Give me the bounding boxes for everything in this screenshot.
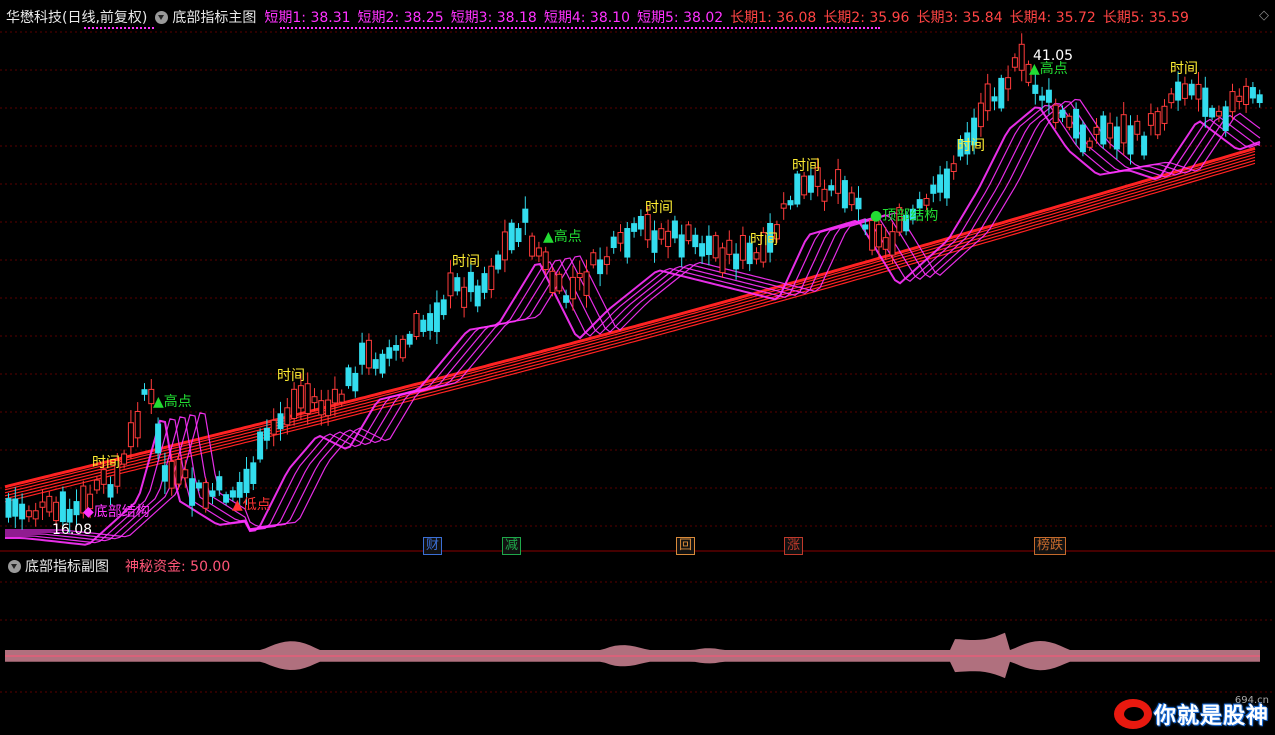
long-ma-1-value: 长期1: 36.08 bbox=[730, 10, 817, 26]
svg-text:时间: 时间 bbox=[277, 368, 305, 384]
title-dotted-underline bbox=[84, 27, 154, 31]
short-ma-1-value: 短期1: 38.31 bbox=[264, 10, 351, 26]
svg-text:▲低点: ▲低点 bbox=[232, 497, 271, 513]
sub-grid bbox=[0, 581, 1275, 693]
long-ma-2-value: 长期2: 35.96 bbox=[823, 10, 910, 26]
svg-text:▲高点: ▲高点 bbox=[543, 228, 582, 245]
settings-diamond-icon[interactable]: ◇ bbox=[1259, 8, 1269, 23]
stock-title[interactable]: 华懋科技(日线,前复权) bbox=[6, 7, 147, 27]
long-ma-lines bbox=[4, 146, 1256, 503]
short-ma-5-value: 短期5: 38.02 bbox=[637, 10, 724, 26]
svg-text:时间: 时间 bbox=[957, 138, 985, 154]
watermark-logo: 你就是股神 bbox=[1113, 697, 1269, 731]
sub-indicator-dropdown-icon[interactable] bbox=[8, 559, 21, 573]
main-chart-header: 华懋科技(日线,前复权) 底部指标主图 短期1: 38.31 短期2: 38.2… bbox=[0, 6, 1196, 28]
svg-text:时间: 时间 bbox=[792, 158, 820, 174]
short-ma-2-value: 短期2: 38.25 bbox=[357, 10, 444, 26]
svg-text:16.08: 16.08 bbox=[52, 522, 92, 538]
short-ma-lines bbox=[5, 98, 1261, 546]
long-ma-4-value: 长期4: 35.72 bbox=[1009, 10, 1096, 26]
svg-text:时间: 时间 bbox=[452, 254, 480, 270]
sub-indicator-chart[interactable] bbox=[0, 552, 1275, 735]
mystery-fund-value: 神秘资金: 50.00 bbox=[125, 559, 231, 575]
short-ma-4-value: 短期4: 38.10 bbox=[543, 10, 630, 26]
mystery-fund-area bbox=[5, 632, 1260, 679]
svg-text:时间: 时间 bbox=[750, 232, 778, 248]
short-ma-3-value: 短期3: 38.18 bbox=[450, 10, 537, 26]
main-kline-chart[interactable]: 时间时间时间时间时间时间时间时间▲高点▲高点▲高点▲低点◆底部结构●顶部结构41… bbox=[0, 0, 1275, 552]
long-ma-3-value: 长期3: 35.84 bbox=[916, 10, 1003, 26]
svg-text:▲高点: ▲高点 bbox=[153, 393, 192, 410]
svg-text:时间: 时间 bbox=[1170, 61, 1198, 77]
logo-icon bbox=[1113, 699, 1152, 729]
svg-text:时间: 时间 bbox=[645, 200, 673, 216]
main-indicator-name[interactable]: 底部指标主图 bbox=[172, 7, 256, 27]
main-grid bbox=[0, 31, 1275, 552]
ma-dotted-underline bbox=[280, 27, 880, 31]
sub-indicator-name[interactable]: 底部指标副图 bbox=[25, 556, 109, 576]
sub-chart-header: 底部指标副图 神秘资金: 50.00 bbox=[0, 556, 230, 576]
long-ma-5-value: 长期5: 35.59 bbox=[1102, 10, 1189, 26]
svg-text:◆底部结构: ◆底部结构 bbox=[83, 504, 150, 520]
watermark-text: 你就是股神 bbox=[1153, 704, 1269, 729]
svg-text:时间: 时间 bbox=[92, 455, 120, 471]
svg-text:41.05: 41.05 bbox=[1033, 48, 1073, 64]
indicator-dropdown-icon[interactable] bbox=[155, 10, 169, 24]
svg-text:●顶部结构: ●顶部结构 bbox=[870, 208, 938, 224]
